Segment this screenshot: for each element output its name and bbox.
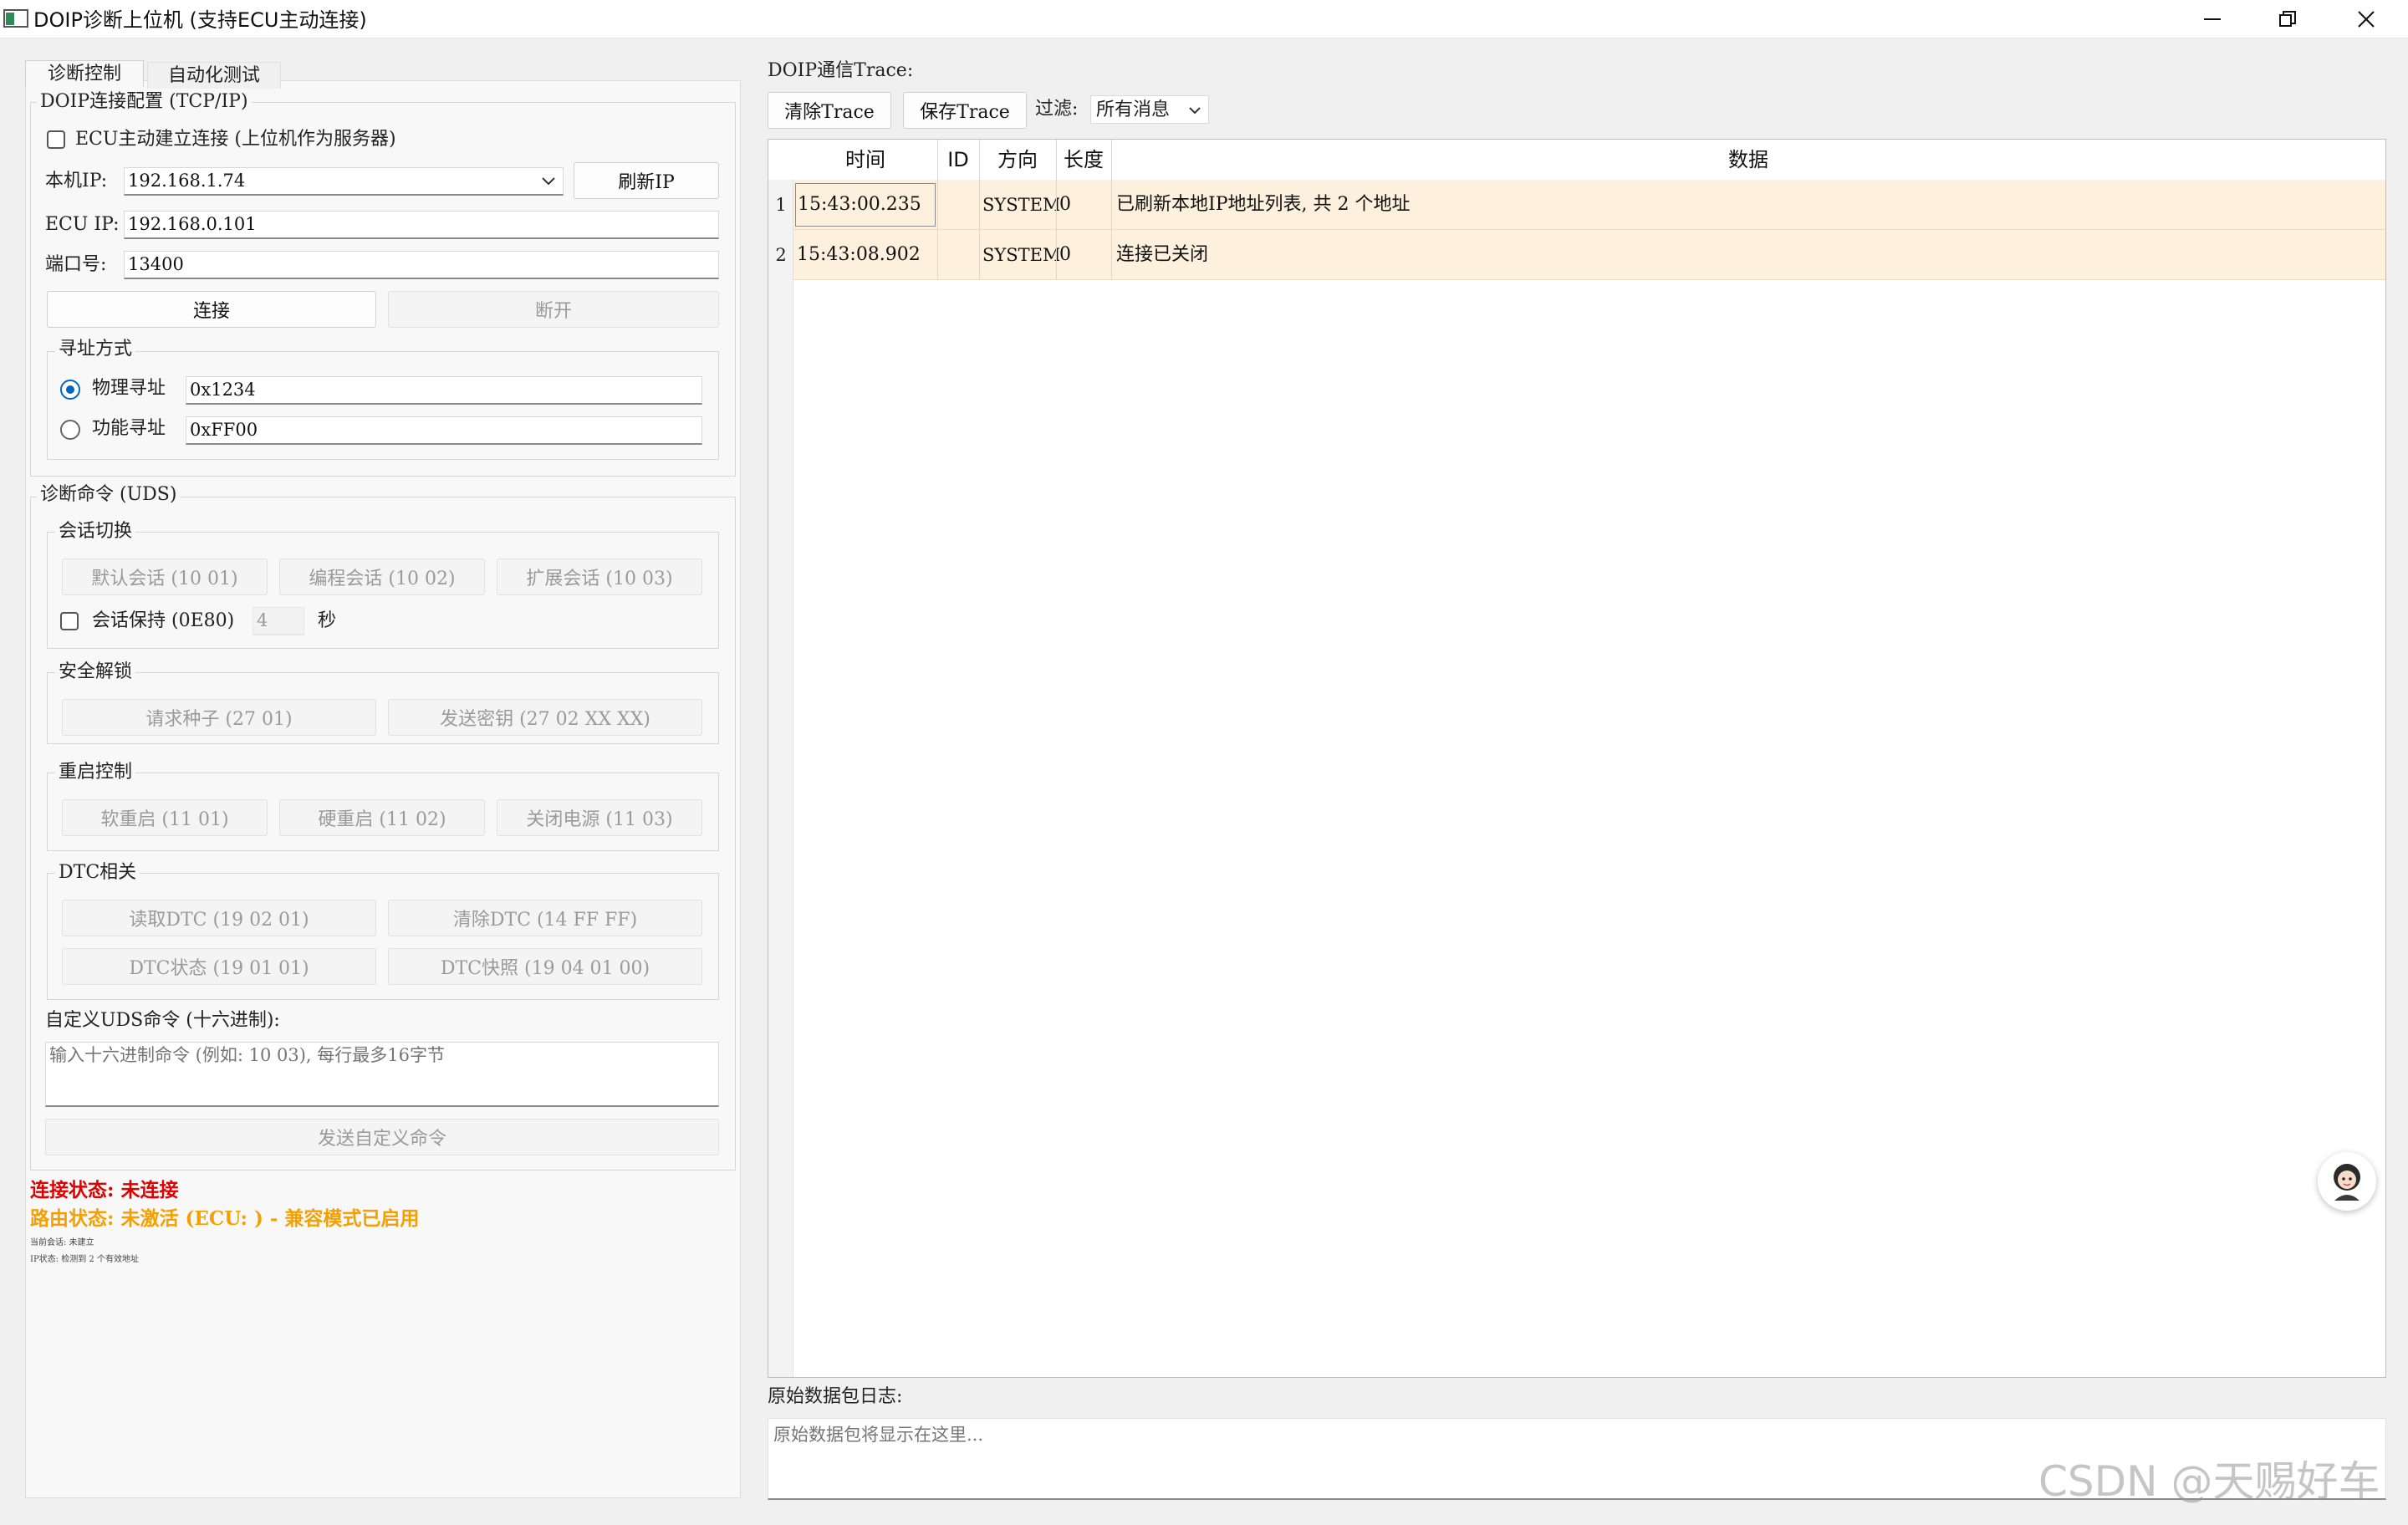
row-header-strip (768, 180, 793, 1377)
ecu-active-label: ECU主动建立连接 (上位机作为服务器) (75, 129, 396, 150)
row-direction: SYSTEM (982, 195, 1059, 215)
column-divider (979, 140, 980, 280)
column-header-length[interactable]: 长度 (1056, 140, 1111, 180)
functional-address-input[interactable]: 0xFF00 (186, 416, 702, 445)
local-ip-select[interactable]: 192.168.1.74 (124, 167, 564, 196)
session-title: 会话切换 (55, 520, 136, 543)
keepalive-label: 会话保持 (0E80) (92, 610, 235, 631)
send-custom-command-button[interactable]: 发送自定义命令 (45, 1119, 719, 1155)
custom-command-label: 自定义UDS命令 (十六进制): (45, 1010, 280, 1031)
table-row[interactable]: 15:43:00.235 SYSTEM 0 已刷新本地IP地址列表, 共 2 个… (793, 180, 2385, 230)
soft-reset-button[interactable]: 软重启 (11 01) (62, 799, 268, 836)
hard-reset-button[interactable]: 硬重启 (11 02) (279, 799, 485, 836)
chevron-down-icon (1189, 107, 1201, 115)
row-data: 已刷新本地IP地址列表, 共 2 个地址 (1116, 194, 1411, 215)
filter-value: 所有消息 (1096, 99, 1171, 120)
column-header-id[interactable]: ID (937, 140, 979, 180)
column-divider (1111, 140, 1112, 280)
routing-status: 路由状态: 未激活 (ECU: ) - 兼容模式已启用 (30, 1207, 420, 1230)
security-title: 安全解锁 (55, 660, 136, 684)
close-icon (2358, 11, 2375, 28)
filter-label: 过滤: (1035, 99, 1079, 120)
clear-dtc-button[interactable]: 清除DTC (14 FF FF) (388, 900, 702, 936)
table-row[interactable]: 15:43:08.902 SYSTEM 0 连接已关闭 (793, 230, 2385, 280)
column-header-data[interactable]: 数据 (1111, 140, 2385, 180)
restore-button[interactable] (2251, 0, 2324, 38)
disconnect-button[interactable]: 断开 (388, 291, 719, 328)
extended-session-button[interactable]: 扩展会话 (10 03) (497, 558, 702, 595)
request-seed-button[interactable]: 请求种子 (27 01) (62, 699, 376, 736)
column-divider (937, 140, 938, 280)
refresh-ip-button[interactable]: 刷新IP (574, 162, 719, 199)
row-length: 0 (1059, 194, 1071, 215)
dtc-status-button[interactable]: DTC状态 (19 01 01) (62, 948, 376, 985)
raw-log-title: 原始数据包日志: (768, 1386, 903, 1407)
row-direction: SYSTEM (982, 245, 1059, 265)
trace-title: DOIP通信Trace: (768, 60, 914, 81)
local-ip-value: 192.168.1.74 (128, 171, 246, 191)
reset-title: 重启控制 (55, 761, 136, 784)
physical-address-label: 物理寻址 (92, 378, 166, 399)
physical-address-input[interactable]: 0x1234 (186, 376, 702, 405)
restore-icon (2279, 11, 2296, 27)
session-status-small: 当前会话: 未建立 (30, 1238, 94, 1247)
read-dtc-button[interactable]: 读取DTC (19 02 01) (62, 900, 376, 936)
row-time: 15:43:08.902 (797, 244, 921, 265)
minimize-icon (2204, 18, 2221, 20)
doip-config-title: DOIP连接配置 (TCP/IP) (37, 90, 252, 114)
row-number: 1 (775, 195, 787, 215)
dtc-title: DTC相关 (55, 861, 140, 885)
assistant-avatar-button[interactable] (2318, 1152, 2376, 1211)
clear-trace-button[interactable]: 清除Trace (768, 92, 891, 129)
ip-status-small: IP状态: 检测到 2 个有效地址 (30, 1255, 139, 1264)
local-ip-label: 本机IP: (45, 171, 108, 191)
port-label: 端口号: (45, 254, 107, 275)
ecu-active-checkbox[interactable] (47, 130, 65, 149)
ecu-ip-input[interactable]: 192.168.0.101 (124, 211, 719, 239)
row-data: 连接已关闭 (1116, 244, 1209, 265)
keepalive-unit: 秒 (318, 610, 337, 631)
column-divider (1056, 140, 1057, 280)
ecu-ip-label: ECU IP: (45, 214, 120, 235)
trace-table[interactable]: 时间 ID 方向 长度 数据 1 15:43:00.235 SYSTEM 0 已… (768, 139, 2386, 1378)
keepalive-interval-input[interactable]: 4 (253, 607, 304, 635)
keepalive-checkbox[interactable] (60, 612, 79, 630)
default-session-button[interactable]: 默认会话 (10 01) (62, 558, 268, 595)
send-key-button[interactable]: 发送密钥 (27 02 XX XX) (388, 699, 702, 736)
column-header-time[interactable]: 时间 (793, 140, 937, 180)
uds-title: 诊断命令 (UDS) (37, 483, 181, 507)
column-header-direction[interactable]: 方向 (979, 140, 1056, 180)
port-input[interactable]: 13400 (124, 251, 719, 279)
functional-address-radio[interactable] (60, 420, 80, 440)
app-icon (3, 9, 28, 28)
watermark: CSDN @天赐好车 (2038, 1457, 2380, 1506)
row-id (937, 180, 979, 230)
window-title: DOIP诊断上位机 (支持ECU主动连接) (33, 8, 367, 32)
chevron-down-icon (542, 177, 555, 186)
power-off-button[interactable]: 关闭电源 (11 03) (497, 799, 702, 836)
row-time: 15:43:00.235 (795, 183, 936, 227)
functional-address-label: 功能寻址 (92, 418, 166, 439)
minimize-button[interactable] (2176, 0, 2249, 38)
row-length: 0 (1059, 244, 1071, 265)
save-trace-button[interactable]: 保存Trace (903, 92, 1027, 129)
connect-button[interactable]: 连接 (47, 291, 376, 328)
row-id (937, 230, 979, 280)
filter-select[interactable]: 所有消息 (1090, 95, 1209, 124)
avatar-icon (2334, 1164, 2360, 1201)
programming-session-button[interactable]: 编程会话 (10 02) (279, 558, 485, 595)
close-button[interactable] (2329, 0, 2403, 38)
physical-address-radio[interactable] (60, 380, 80, 400)
connection-status: 连接状态: 未连接 (30, 1179, 179, 1201)
row-number: 2 (775, 245, 787, 265)
custom-command-input[interactable] (45, 1042, 719, 1107)
tab-automation-test[interactable]: 自动化测试 (147, 62, 281, 89)
addressing-title: 寻址方式 (55, 338, 136, 361)
dtc-snapshot-button[interactable]: DTC快照 (19 04 01 00) (388, 948, 702, 985)
tab-diagnostic-control[interactable]: 诊断控制 (25, 60, 144, 87)
